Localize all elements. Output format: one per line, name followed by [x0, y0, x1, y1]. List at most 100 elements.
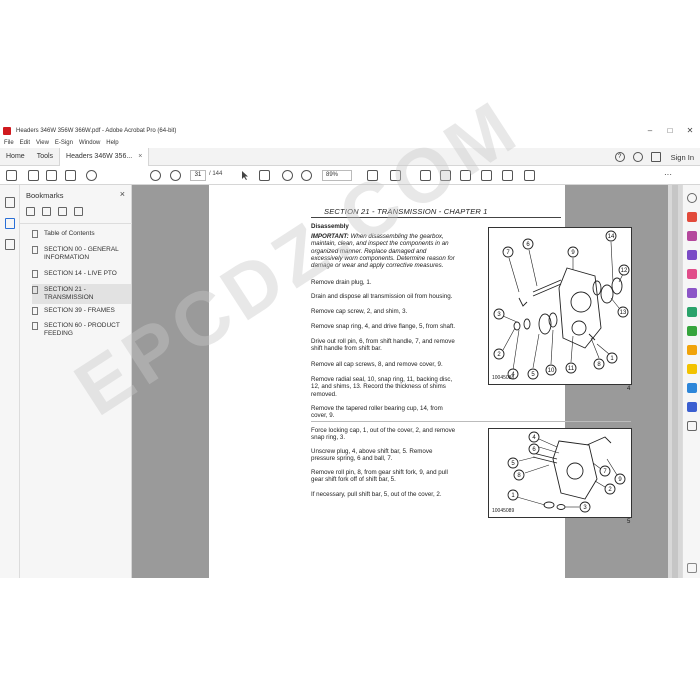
- bookmark-item-toc[interactable]: Table of Contents: [32, 230, 131, 238]
- tab-home[interactable]: Home: [0, 148, 31, 166]
- right-tools-pane: [682, 185, 700, 578]
- bookmark-delete-icon[interactable]: [42, 207, 51, 216]
- upload-icon[interactable]: [46, 170, 57, 181]
- scrollbar-track[interactable]: [672, 185, 678, 578]
- main-toolbar: 31 / 144 89% ···: [0, 166, 700, 185]
- callout-14: 14: [608, 234, 615, 240]
- menu-edit[interactable]: Edit: [20, 140, 30, 146]
- bookmark-new-icon[interactable]: [58, 207, 67, 216]
- menu-esign[interactable]: E-Sign: [55, 140, 73, 146]
- notifications-icon[interactable]: [632, 152, 643, 162]
- organize-pages-icon[interactable]: [687, 250, 697, 260]
- document-viewer[interactable]: SECTION 21 - TRANSMISSION - CHAPTER 1 Di…: [132, 185, 668, 578]
- bookmark-label: SECTION 21 - TRANSMISSION: [44, 286, 94, 301]
- search-icon[interactable]: [86, 170, 97, 181]
- zoom-in-icon[interactable]: [301, 170, 312, 181]
- menu-help[interactable]: Help: [106, 140, 118, 146]
- bookmark-search-icon[interactable]: [74, 207, 83, 216]
- scan-ocr-icon[interactable]: [687, 326, 697, 336]
- comment-icon[interactable]: [420, 170, 431, 181]
- bookmarks-close-icon[interactable]: ×: [120, 189, 125, 199]
- rotate-icon[interactable]: [524, 170, 535, 181]
- title-bar: Headers 346W 356W 366W.pdf - Adobe Acrob…: [0, 124, 700, 137]
- header-rule: [311, 217, 561, 218]
- important-note: IMPORTANT: When disassembling the gearbo…: [311, 233, 457, 269]
- bookmarks-panel: Bookmarks × Table of Contents SECTION 00…: [20, 185, 132, 578]
- more-tools-icon[interactable]: ···: [664, 170, 675, 181]
- bookmark-options-icon[interactable]: [26, 207, 35, 216]
- step-text: Remove roll pin, 8, from gear shift fork…: [311, 469, 448, 484]
- bookmark-icon: [32, 230, 38, 238]
- bookmark-item-section-21[interactable]: SECTION 21 - TRANSMISSION: [32, 284, 131, 304]
- bookmarks-panel-icon[interactable]: [5, 218, 15, 229]
- scroll-mode-icon[interactable]: [390, 170, 401, 181]
- figure-page-label: 4: [627, 386, 631, 392]
- export-pdf-icon[interactable]: [687, 307, 697, 317]
- bookmark-icon: [32, 307, 38, 315]
- attachments-icon[interactable]: [5, 239, 15, 250]
- send-review-icon[interactable]: [687, 383, 697, 393]
- menu-window[interactable]: Window: [79, 140, 100, 146]
- next-page-icon[interactable]: [170, 170, 181, 181]
- zoom-search-icon[interactable]: [687, 193, 697, 203]
- fit-page-icon[interactable]: [367, 170, 378, 181]
- bookmark-item-section-14[interactable]: SECTION 14 - LIVE PTO: [32, 270, 131, 278]
- stamp-icon[interactable]: [481, 170, 492, 181]
- tab-bar: Home Tools Headers 346W 356... × ? Sign …: [0, 147, 700, 166]
- divider: [20, 223, 132, 224]
- help-icon[interactable]: ?: [614, 152, 625, 162]
- window-controls: – □ ✕: [640, 124, 700, 137]
- redact-icon[interactable]: [687, 345, 697, 355]
- collapse-pane-icon[interactable]: [687, 563, 697, 573]
- bookmark-item-section-00[interactable]: SECTION 00 - GENERAL INFORMATION: [32, 246, 131, 262]
- bookmark-icon: [32, 286, 38, 294]
- left-nav-rail: [0, 185, 20, 578]
- bookmarks-toolbar: [26, 207, 90, 216]
- vertical-scrollbar[interactable]: [668, 185, 682, 578]
- acrobat-window: Headers 346W 356W 366W.pdf - Adobe Acrob…: [0, 124, 700, 578]
- previous-page-icon[interactable]: [150, 170, 161, 181]
- step-text: Remove snap ring, 4, and drive flange, 5…: [311, 323, 456, 330]
- bookmark-icon: [32, 322, 38, 330]
- protect-icon[interactable]: [687, 402, 697, 412]
- zoom-out-icon[interactable]: [282, 170, 293, 181]
- tab-tools[interactable]: Tools: [31, 148, 59, 166]
- important-label: IMPORTANT:: [311, 233, 349, 240]
- combine-files-icon[interactable]: [687, 231, 697, 241]
- more-tools-pane-icon[interactable]: [687, 421, 697, 431]
- highlight-icon[interactable]: [440, 170, 451, 181]
- create-pdf-icon[interactable]: [687, 212, 697, 222]
- delete-icon[interactable]: [502, 170, 513, 181]
- step-text: Drive out roll pin, 6, from shift handle…: [311, 338, 455, 353]
- comment-tool-icon[interactable]: [687, 364, 697, 374]
- select-cursor-icon[interactable]: [240, 170, 251, 181]
- bookmark-star-icon[interactable]: [28, 170, 39, 181]
- edit-pdf-icon[interactable]: [687, 269, 697, 279]
- step-text: Remove radial seal, 10, snap ring, 11, b…: [311, 376, 453, 398]
- bookmark-icon: [32, 270, 38, 278]
- menu-bar: File Edit View E-Sign Window Help: [0, 137, 700, 148]
- tab-document[interactable]: Headers 346W 356... ×: [59, 147, 150, 166]
- page-thumbnails-icon[interactable]: [5, 197, 15, 208]
- draw-icon[interactable]: [460, 170, 471, 181]
- close-window-icon[interactable]: ✕: [680, 124, 700, 137]
- apps-grid-icon[interactable]: [650, 152, 661, 162]
- hand-tool-icon[interactable]: [259, 170, 270, 181]
- minimize-icon[interactable]: –: [640, 124, 660, 137]
- step-text: Remove the tapered roller bearing cup, 1…: [311, 405, 443, 420]
- menu-file[interactable]: File: [4, 140, 14, 146]
- bookmark-item-section-60[interactable]: SECTION 60 - PRODUCT FEEDING: [32, 322, 131, 338]
- step-text: Force locking cap, 1, out of the cover, …: [311, 427, 456, 442]
- page-number-input[interactable]: 31: [190, 170, 206, 181]
- print-icon[interactable]: [65, 170, 76, 181]
- fill-sign-icon[interactable]: [687, 288, 697, 298]
- sign-in-link[interactable]: Sign In: [671, 153, 694, 162]
- tab-close-icon[interactable]: ×: [138, 148, 142, 166]
- bookmark-item-section-39[interactable]: SECTION 39 - FRAMES: [32, 307, 131, 315]
- zoom-level-dropdown[interactable]: 89%: [322, 170, 352, 181]
- menu-view[interactable]: View: [36, 140, 49, 146]
- callout-11: 11: [568, 366, 575, 372]
- maximize-icon[interactable]: □: [660, 124, 680, 137]
- figure-shift-cover: 4 6 5 8 7 9 2 1 3 10045089: [488, 428, 632, 518]
- save-icon[interactable]: [6, 170, 17, 181]
